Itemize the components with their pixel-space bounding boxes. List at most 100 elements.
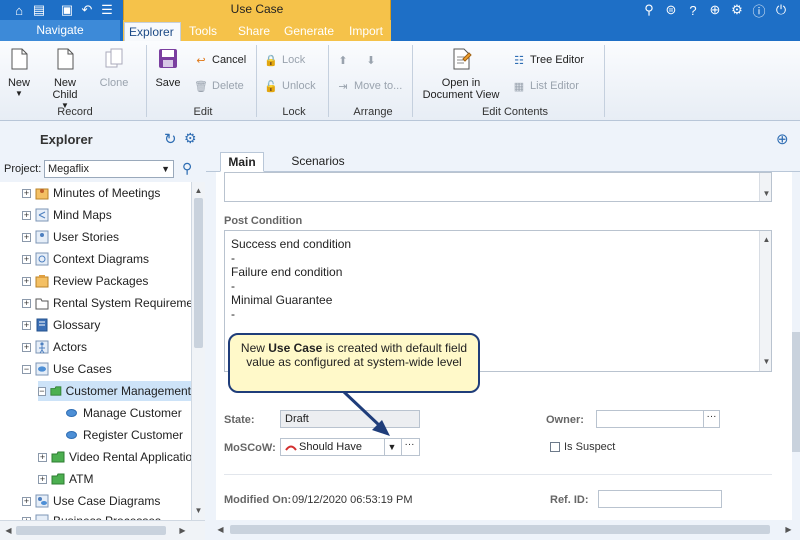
tree-item[interactable]: + Video Rental Applicatio bbox=[38, 447, 191, 467]
scroll-down-icon[interactable]: ▼ bbox=[760, 187, 773, 200]
tree-item[interactable]: + Minutes of Meetings bbox=[22, 183, 160, 203]
tree-item[interactable]: + ATM bbox=[38, 469, 93, 489]
lock-button[interactable]: 🔒 Lock bbox=[264, 51, 305, 69]
tree-item[interactable]: + Context Diagrams bbox=[22, 249, 149, 269]
expand-icon[interactable]: + bbox=[22, 254, 31, 264]
tree-hscroll-thumb[interactable] bbox=[16, 526, 166, 535]
help-icon[interactable]: ? bbox=[684, 1, 702, 19]
tree-scroll-thumb[interactable] bbox=[194, 198, 203, 348]
tree-item[interactable]: + Mind Maps bbox=[22, 205, 112, 225]
move-to-button[interactable]: ⇥ Move to... bbox=[336, 77, 402, 95]
delete-label: Delete bbox=[212, 80, 244, 92]
tree-item[interactable]: Manage Customer bbox=[66, 403, 182, 423]
scroll-up-icon[interactable]: ▲ bbox=[192, 184, 205, 197]
list-editor-button[interactable]: ▦ List Editor bbox=[512, 77, 579, 95]
list-editor-label: List Editor bbox=[530, 80, 579, 92]
sidebar-icon[interactable]: ▤ bbox=[30, 1, 48, 19]
window-title: Use Case bbox=[123, 0, 391, 20]
scroll-down-icon[interactable]: ▼ bbox=[192, 504, 205, 517]
expand-icon[interactable]: + bbox=[22, 210, 31, 220]
gear-icon[interactable]: ⚙ bbox=[728, 1, 746, 19]
tree-item[interactable]: Register Customer bbox=[66, 425, 183, 445]
tree-item[interactable]: + Glossary bbox=[22, 315, 100, 335]
scroll-up-icon[interactable]: ▲ bbox=[760, 233, 773, 246]
main-hscroll-thumb[interactable] bbox=[230, 525, 770, 534]
main-scroll-thumb[interactable] bbox=[792, 332, 800, 452]
tree-editor-button[interactable]: ☷ Tree Editor bbox=[512, 51, 584, 69]
move-up-button[interactable]: ⬆ ⬇ bbox=[336, 51, 378, 69]
expand-icon[interactable]: + bbox=[38, 452, 47, 462]
textbox-scrollbar[interactable]: ▼ bbox=[759, 173, 771, 201]
home-icon[interactable]: ⌂ bbox=[10, 1, 28, 19]
settings-gear-icon[interactable]: ⚙ bbox=[184, 130, 197, 147]
scroll-right-icon[interactable]: ▶ bbox=[782, 523, 795, 536]
power-icon[interactable]: ⏻ bbox=[772, 1, 790, 19]
delete-button[interactable]: 🗑 Delete bbox=[194, 77, 244, 95]
ribbon-separator bbox=[146, 45, 147, 117]
owner-field[interactable]: ··· bbox=[596, 410, 720, 428]
unlock-button[interactable]: 🔓 Unlock bbox=[264, 77, 315, 95]
expand-icon[interactable]: + bbox=[22, 342, 31, 352]
save-button[interactable]: Save bbox=[154, 47, 182, 89]
tree-item-selected[interactable]: − Customer Management bbox=[38, 381, 191, 401]
tree-item[interactable]: + User Stories bbox=[22, 227, 119, 247]
clone-button[interactable]: Clone bbox=[98, 47, 130, 89]
collapse-icon[interactable]: − bbox=[38, 386, 46, 396]
tab-scenarios[interactable]: Scenarios bbox=[286, 152, 350, 172]
tree-vertical-scrollbar[interactable]: ▲ ▼ bbox=[191, 182, 205, 520]
undo-icon[interactable]: ↶ bbox=[78, 1, 96, 19]
scroll-right-icon[interactable]: ▶ bbox=[176, 524, 189, 537]
moscow-dropdown-icon[interactable]: ▼ bbox=[384, 439, 399, 455]
expand-icon[interactable]: + bbox=[22, 232, 31, 242]
tree-item[interactable]: + Review Packages bbox=[22, 271, 148, 291]
tab-import[interactable]: Import bbox=[345, 22, 387, 41]
moscow-select[interactable]: Should Have ▼ ··· bbox=[280, 438, 420, 456]
tree-item[interactable]: + Rental System Requiremer bbox=[22, 293, 191, 313]
moscow-browse-button[interactable]: ··· bbox=[401, 439, 417, 455]
tree-item[interactable]: + Use Case Diagrams bbox=[22, 491, 160, 511]
language-globe-icon[interactable]: ⊕ bbox=[776, 130, 789, 148]
tab-share[interactable]: Share bbox=[234, 22, 274, 41]
sync-icon[interactable]: ⊜ bbox=[662, 1, 680, 19]
expand-icon[interactable]: + bbox=[22, 298, 31, 308]
new-button[interactable]: New ▼ bbox=[4, 47, 34, 98]
search-icon[interactable]: ⚲ bbox=[640, 1, 658, 19]
post-condition-scrollbar[interactable]: ▲ ▼ bbox=[759, 231, 771, 371]
cancel-button[interactable]: ↩ Cancel bbox=[194, 51, 246, 69]
tab-explorer[interactable]: Explorer bbox=[124, 22, 181, 41]
main-horizontal-scrollbar[interactable]: ◀ ▶ bbox=[212, 520, 800, 540]
ref-id-label: Ref. ID: bbox=[550, 494, 589, 506]
tree-item[interactable]: + Actors bbox=[22, 337, 87, 357]
tab-tools[interactable]: Tools bbox=[185, 22, 221, 41]
main-vertical-scrollbar[interactable] bbox=[792, 172, 800, 520]
tree-horizontal-scrollbar[interactable]: ◀ ▶ bbox=[0, 520, 205, 540]
expand-icon[interactable]: + bbox=[22, 496, 31, 506]
tree-item[interactable]: + Business Processes bbox=[22, 511, 161, 520]
save-icon[interactable]: ▣ bbox=[58, 1, 76, 19]
refresh-icon[interactable]: ↻ bbox=[164, 130, 177, 148]
info-icon[interactable]: ⓘ bbox=[750, 1, 768, 19]
scroll-down-icon[interactable]: ▼ bbox=[760, 355, 773, 368]
is-suspect-checkbox[interactable] bbox=[550, 442, 560, 452]
tab-generate[interactable]: Generate bbox=[280, 22, 338, 41]
open-in-document-view-button[interactable]: Open in Document View bbox=[420, 47, 502, 101]
collapse-icon[interactable]: − bbox=[22, 364, 31, 374]
expand-icon[interactable]: + bbox=[22, 276, 31, 286]
tree-item[interactable]: − Use Cases bbox=[22, 359, 112, 379]
new-child-button[interactable]: New Child ▼ bbox=[40, 47, 90, 110]
document-view-label: Document View bbox=[422, 89, 500, 101]
menu-icon[interactable]: ☰ bbox=[98, 1, 116, 19]
owner-browse-button[interactable]: ··· bbox=[703, 411, 719, 427]
previous-field-textbox[interactable]: ▼ bbox=[224, 172, 772, 202]
project-search-icon[interactable]: ⚲ bbox=[182, 160, 192, 177]
navigate-button[interactable]: Navigate bbox=[0, 20, 120, 41]
project-select[interactable]: Megaflix ▼ bbox=[44, 160, 174, 178]
scroll-left-icon[interactable]: ◀ bbox=[2, 524, 15, 537]
scroll-left-icon[interactable]: ◀ bbox=[214, 523, 227, 536]
expand-icon[interactable]: + bbox=[38, 474, 47, 484]
expand-icon[interactable]: + bbox=[22, 320, 31, 330]
expand-icon[interactable]: + bbox=[22, 188, 31, 198]
ref-id-field[interactable] bbox=[598, 490, 722, 508]
tab-main[interactable]: Main bbox=[220, 152, 264, 172]
globe-icon[interactable]: ⊕ bbox=[706, 1, 724, 19]
